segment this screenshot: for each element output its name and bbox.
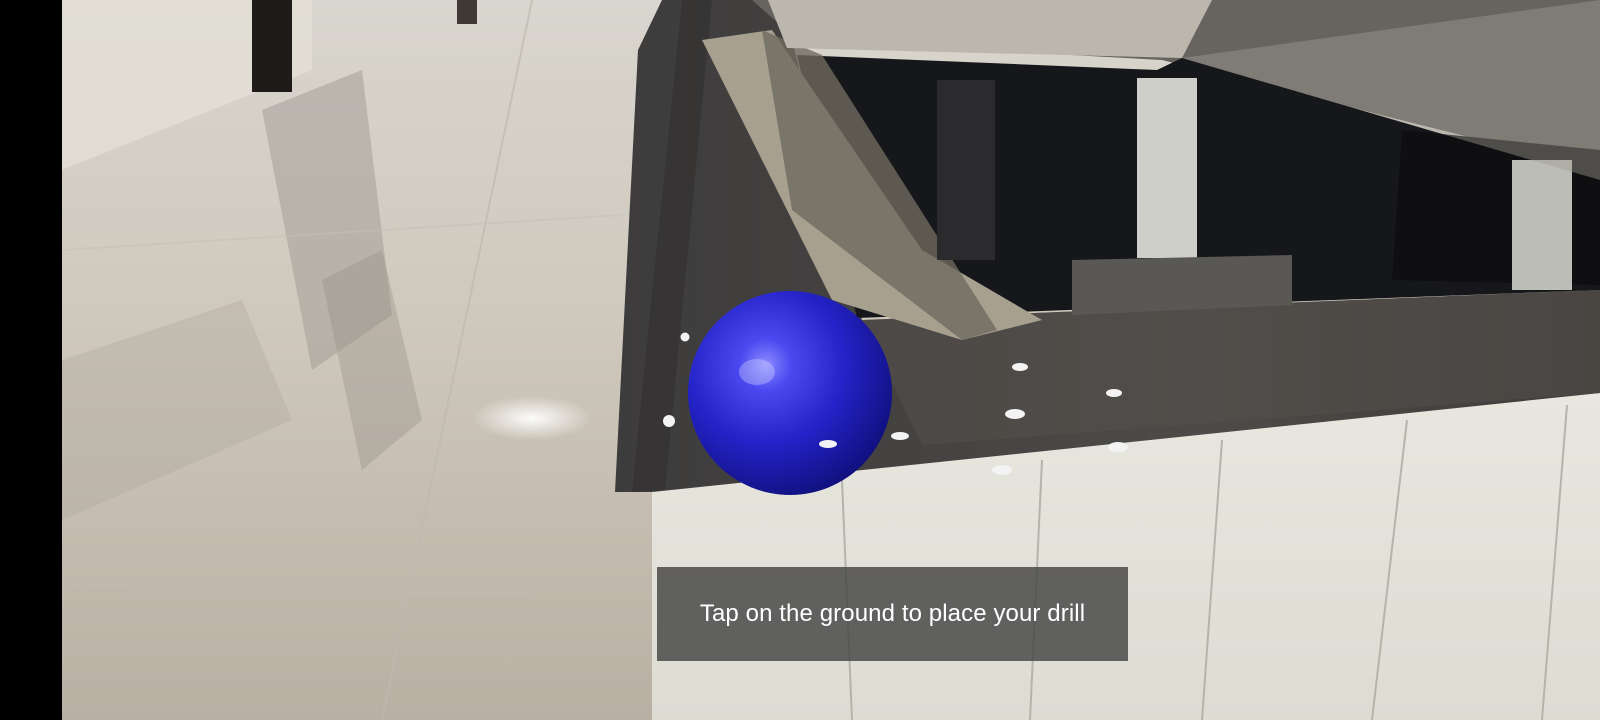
instruction-text: Tap on the ground to place your drill	[699, 600, 1086, 627]
instruction-toast: Tap on the ground to place your drill	[657, 567, 1128, 661]
blue-sphere-icon	[688, 291, 892, 495]
ar-camera-view[interactable]: Tap on the ground to place your drill	[62, 0, 1600, 720]
left-system-bar	[0, 0, 62, 720]
